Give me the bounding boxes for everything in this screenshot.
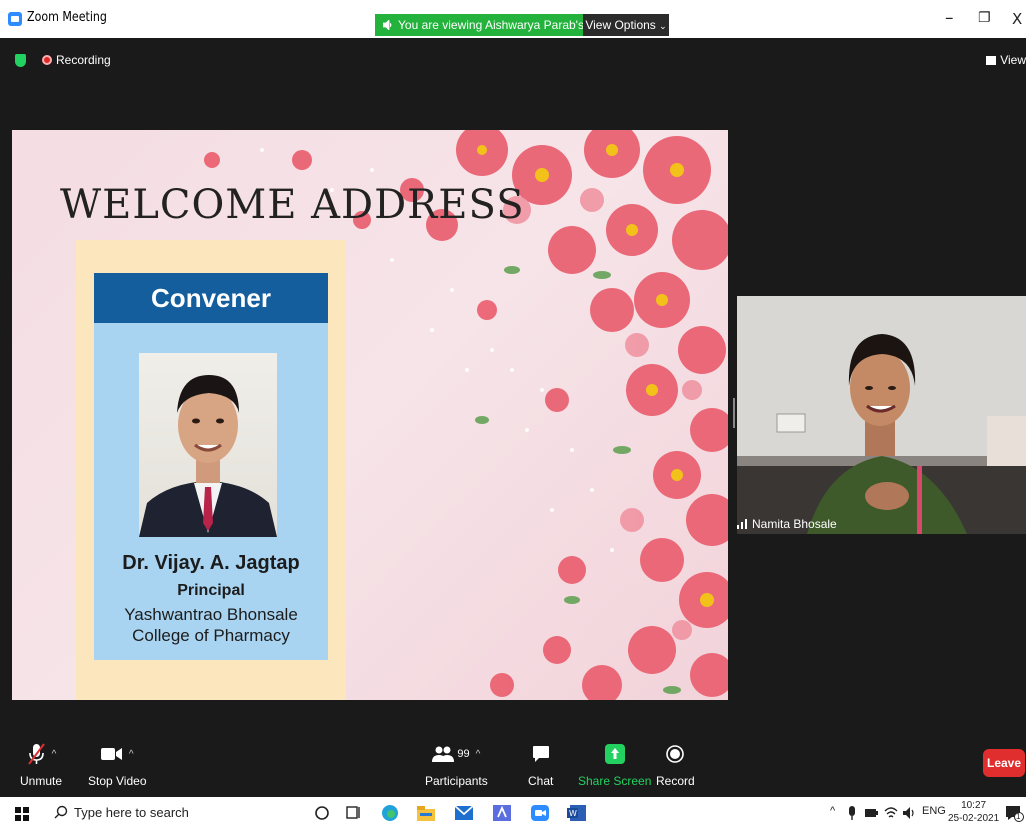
- unmute-button[interactable]: ^ Unmute: [20, 742, 62, 788]
- leave-button[interactable]: Leave: [983, 749, 1025, 777]
- meeting-toolbar: [0, 735, 1026, 788]
- file-explorer-icon[interactable]: [416, 804, 436, 822]
- convener-name: Dr. Vijay. A. Jagtap: [122, 552, 300, 574]
- close-button[interactable]: X: [1012, 10, 1022, 28]
- tray-expand-icon[interactable]: ^: [830, 805, 835, 817]
- record-button[interactable]: Record: [656, 742, 695, 788]
- meeting-topbar: [0, 38, 1026, 84]
- volume-icon[interactable]: [902, 804, 918, 822]
- participants-button[interactable]: 99 ^ Participants: [425, 742, 488, 788]
- mail-icon[interactable]: [454, 804, 474, 822]
- convener-role: Principal: [177, 582, 245, 599]
- muted-mic-icon: [27, 743, 45, 765]
- zoom-app-icon: [8, 12, 22, 26]
- wifi-icon[interactable]: [884, 804, 898, 822]
- microphone-tray-icon[interactable]: [846, 804, 858, 822]
- grid-icon: [986, 56, 997, 65]
- window-title: Zoom Meeting: [27, 10, 107, 25]
- notification-center-icon[interactable]: [1004, 804, 1024, 822]
- chat-label: Chat: [528, 774, 554, 788]
- record-label: Record: [656, 774, 695, 788]
- signal-bars-icon: [737, 519, 747, 529]
- windows-start-icon[interactable]: [15, 807, 29, 821]
- viewing-banner-text: You are viewing Aishwarya Parab's screen: [398, 18, 583, 32]
- participants-icon: [432, 746, 455, 762]
- video-caret-icon[interactable]: ^: [129, 749, 134, 760]
- search-placeholder: Type here to search: [74, 805, 189, 820]
- app-icon[interactable]: [492, 804, 512, 822]
- portrait-image: [139, 375, 277, 537]
- convener-org-line2: College of Pharmacy: [132, 626, 290, 645]
- zoom-taskbar-icon[interactable]: [530, 804, 550, 822]
- stop-video-button[interactable]: ^ Stop Video: [88, 742, 147, 788]
- task-view-icon[interactable]: [344, 804, 364, 822]
- chat-button[interactable]: Chat: [528, 742, 553, 788]
- share-screen-label: Share Screen: [578, 774, 652, 788]
- restore-button[interactable]: ❐: [978, 10, 991, 26]
- participant-video-frame: [737, 296, 1026, 534]
- clock-time: 10:27: [961, 800, 987, 811]
- participants-caret-icon[interactable]: ^: [476, 749, 481, 760]
- participants-count: 99: [457, 748, 470, 760]
- notification-count: 1: [1016, 812, 1021, 821]
- unmute-label: Unmute: [20, 774, 63, 788]
- minimize-button[interactable]: –: [945, 8, 954, 28]
- participant-name: Namita Bhosale: [752, 517, 837, 531]
- chat-icon: [532, 746, 549, 762]
- panel-splitter[interactable]: [733, 398, 735, 428]
- share-screen-icon: [604, 744, 625, 764]
- participant-video[interactable]: [737, 296, 1026, 534]
- view-button[interactable]: View: [986, 53, 1026, 67]
- participant-name-tag: Namita Bhosale: [737, 517, 837, 531]
- slide-title: WELCOME ADDRESS: [60, 182, 525, 228]
- svg-text:W: W: [569, 809, 577, 818]
- clock-date: 25-02-2021: [948, 813, 1000, 824]
- word-icon[interactable]: W: [567, 804, 587, 822]
- view-options-label: View Options: [585, 18, 656, 32]
- view-label: View: [1000, 53, 1026, 67]
- edge-browser-icon[interactable]: [380, 804, 400, 822]
- speaker-icon: [383, 20, 392, 30]
- video-camera-icon: [100, 748, 122, 760]
- battery-icon[interactable]: [864, 804, 878, 822]
- unmute-caret-icon[interactable]: ^: [52, 749, 57, 760]
- viewing-banner: You are viewing Aishwarya Parab's screen: [375, 14, 583, 36]
- stop-video-label: Stop Video: [88, 774, 147, 788]
- language-indicator[interactable]: ENG: [922, 805, 946, 817]
- convener-org: Yashwantrao Bhonsale College of Pharmacy: [94, 604, 328, 646]
- search-icon: [54, 805, 68, 819]
- convener-org-line1: Yashwantrao Bhonsale: [124, 605, 298, 624]
- cortana-icon[interactable]: [312, 804, 332, 822]
- convener-photo: [139, 353, 277, 537]
- chevron-down-icon: ⌄: [659, 21, 667, 31]
- view-options-button[interactable]: View Options ⌄: [583, 14, 669, 36]
- convener-heading: Convener: [94, 273, 328, 323]
- taskbar-search-box[interactable]: Type here to search: [44, 797, 302, 828]
- share-screen-button[interactable]: Share Screen: [578, 742, 651, 788]
- record-icon: [666, 745, 685, 763]
- recording-icon: [42, 55, 52, 65]
- security-shield-icon[interactable]: [15, 54, 26, 67]
- participants-label: Participants: [425, 774, 488, 788]
- recording-label: Recording: [56, 53, 111, 67]
- taskbar-clock[interactable]: 10:27 25-02-2021: [948, 799, 999, 825]
